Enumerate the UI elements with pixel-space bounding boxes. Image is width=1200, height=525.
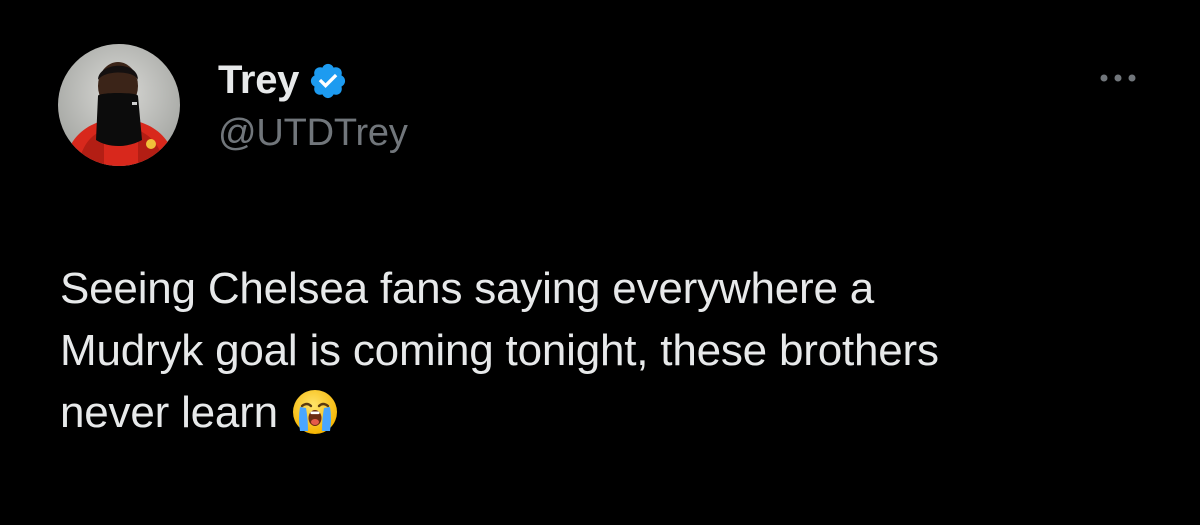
author-display-name[interactable]: Trey [218,58,299,103]
tweet-text-line-last: never learn [60,382,1150,444]
author-info: Trey @UTDTrey [218,56,408,155]
author-avatar[interactable] [58,44,180,166]
tweet-text-line: Mudryk goal is coming tonight, these bro… [60,326,939,375]
verified-badge-icon [311,63,346,99]
avatar-image [58,44,180,166]
author-handle[interactable]: @UTDTrey [218,112,408,155]
author-name-row: Trey [218,56,408,104]
tweet-text-line-content: never learn [60,388,278,437]
more-options-icon [1100,74,1136,82]
loudly-crying-face-icon [290,387,340,437]
tweet-card: Trey @UTDTrey Seeing Chelsea fans saying… [0,0,1200,525]
tweet-text-line: Seeing Chelsea fans saying everywhere a [60,264,875,313]
tweet-text: Seeing Chelsea fans saying everywhere a … [60,258,1150,444]
more-options-button[interactable] [1090,58,1146,98]
